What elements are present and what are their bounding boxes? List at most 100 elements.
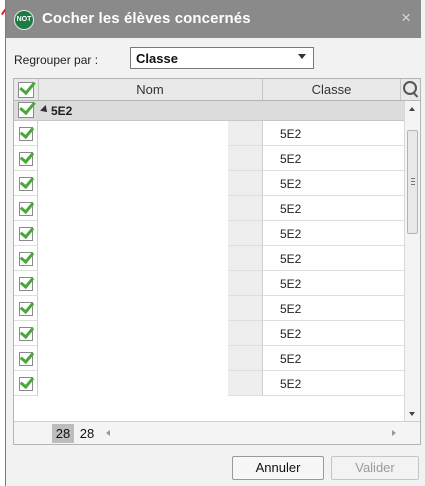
group-by-label: Regrouper par : [14,53,99,67]
search-icon[interactable] [401,79,420,100]
row-nom-cell [38,246,228,271]
row-classe-value: 5E2 [280,277,302,291]
dialog: NOT Cocher les élèves concernés × Regrou… [5,0,425,486]
row-classe-cell: 5E2 [263,196,404,221]
table-footer: 28 28 [14,421,420,444]
row-nom-cell [38,196,228,221]
table-row[interactable]: 5E2 [14,171,404,196]
row-checkbox[interactable] [19,377,33,391]
total-count: 28 [79,426,95,441]
row-classe-cell: 5E2 [263,371,404,396]
row-spacer-cell [228,271,263,296]
column-header-classe[interactable]: Classe [263,79,401,100]
title-bar: NOT Cocher les élèves concernés × [6,0,421,38]
row-checkbox[interactable] [19,127,33,141]
row-checkbox-cell [14,196,38,221]
scroll-thumb[interactable] [407,130,418,234]
vertical-scrollbar[interactable] [404,101,420,421]
table-row[interactable]: 5E2 [14,371,404,396]
row-spacer-cell [228,371,263,396]
row-nom-cell [38,221,228,246]
table-row[interactable]: 5E2 [14,121,404,146]
cancel-button[interactable]: Annuler [232,456,324,480]
row-checkbox[interactable] [19,277,33,291]
row-spacer-cell [228,321,263,346]
table-row[interactable]: 5E2 [14,321,404,346]
row-classe-value: 5E2 [280,252,302,266]
row-nom-cell [38,271,228,296]
row-classe-cell: 5E2 [263,346,404,371]
scroll-down-icon[interactable] [409,412,415,416]
header-checkbox-cell [14,79,39,100]
table-row[interactable]: 5E2 [14,146,404,171]
scroll-left-icon[interactable] [106,430,110,436]
row-checkbox[interactable] [19,227,33,241]
row-checkbox-cell [14,221,38,246]
row-checkbox[interactable] [19,152,33,166]
row-checkbox-cell [14,271,38,296]
row-nom-cell [38,296,228,321]
group-by-value: Classe [136,51,178,66]
table-row[interactable]: 5E2 [14,296,404,321]
row-classe-value: 5E2 [280,177,302,191]
row-checkbox-cell [14,321,38,346]
collapse-triangle-icon[interactable] [40,105,50,115]
row-nom-cell [38,346,228,371]
row-checkbox[interactable] [19,177,33,191]
row-checkbox[interactable] [19,252,33,266]
row-spacer-cell [228,121,263,146]
row-classe-value: 5E2 [280,152,302,166]
row-nom-cell [38,121,228,146]
row-nom-cell [38,371,228,396]
row-checkbox-cell [14,121,38,146]
app-logo-icon: NOT [14,10,34,30]
row-spacer-cell [228,196,263,221]
selected-count: 28 [52,424,74,443]
row-classe-value: 5E2 [280,377,302,391]
row-classe-value: 5E2 [280,352,302,366]
row-checkbox-cell [14,246,38,271]
row-spacer-cell [228,296,263,321]
group-checkbox[interactable] [18,102,34,118]
row-classe-value: 5E2 [280,302,302,316]
row-nom-cell [38,171,228,196]
row-classe-value: 5E2 [280,227,302,241]
row-classe-value: 5E2 [280,202,302,216]
table-row[interactable]: 5E2 [14,271,404,296]
row-spacer-cell [228,246,263,271]
row-classe-cell: 5E2 [263,246,404,271]
scroll-right-icon[interactable] [392,430,396,436]
scroll-up-icon[interactable] [409,107,415,111]
row-checkbox[interactable] [19,302,33,316]
row-checkbox-cell [14,146,38,171]
row-checkbox[interactable] [19,327,33,341]
table-row[interactable]: 5E2 [14,346,404,371]
row-nom-cell [38,146,228,171]
validate-button[interactable]: Valider [331,456,419,480]
group-by-select[interactable]: Classe [130,47,314,69]
row-classe-cell: 5E2 [263,271,404,296]
row-spacer-cell [228,346,263,371]
chevron-down-icon [298,54,306,59]
table-header: Nom Classe [14,79,420,101]
row-checkbox-cell [14,296,38,321]
row-classe-value: 5E2 [280,327,302,341]
close-icon[interactable]: × [401,8,411,28]
row-classe-cell: 5E2 [263,221,404,246]
column-header-nom[interactable]: Nom [38,79,263,100]
row-checkbox-cell [14,171,38,196]
table-row[interactable]: 5E2 [14,221,404,246]
row-checkbox[interactable] [19,202,33,216]
row-spacer-cell [228,146,263,171]
row-checkbox-cell [14,346,38,371]
students-table: Nom Classe 5E2 5E2 5E2 5E2 5E2 5E2 5E2 5E2 5E2 5… [13,78,421,445]
row-classe-cell: 5E2 [263,321,404,346]
group-row[interactable]: 5E2 [14,101,404,121]
table-row[interactable]: 5E2 [14,196,404,221]
group-label: 5E2 [51,104,73,118]
row-checkbox[interactable] [19,352,33,366]
dialog-title: Cocher les élèves concernés [42,10,251,27]
table-row[interactable]: 5E2 [14,246,404,271]
row-spacer-cell [228,221,263,246]
select-all-checkbox[interactable] [18,82,34,98]
